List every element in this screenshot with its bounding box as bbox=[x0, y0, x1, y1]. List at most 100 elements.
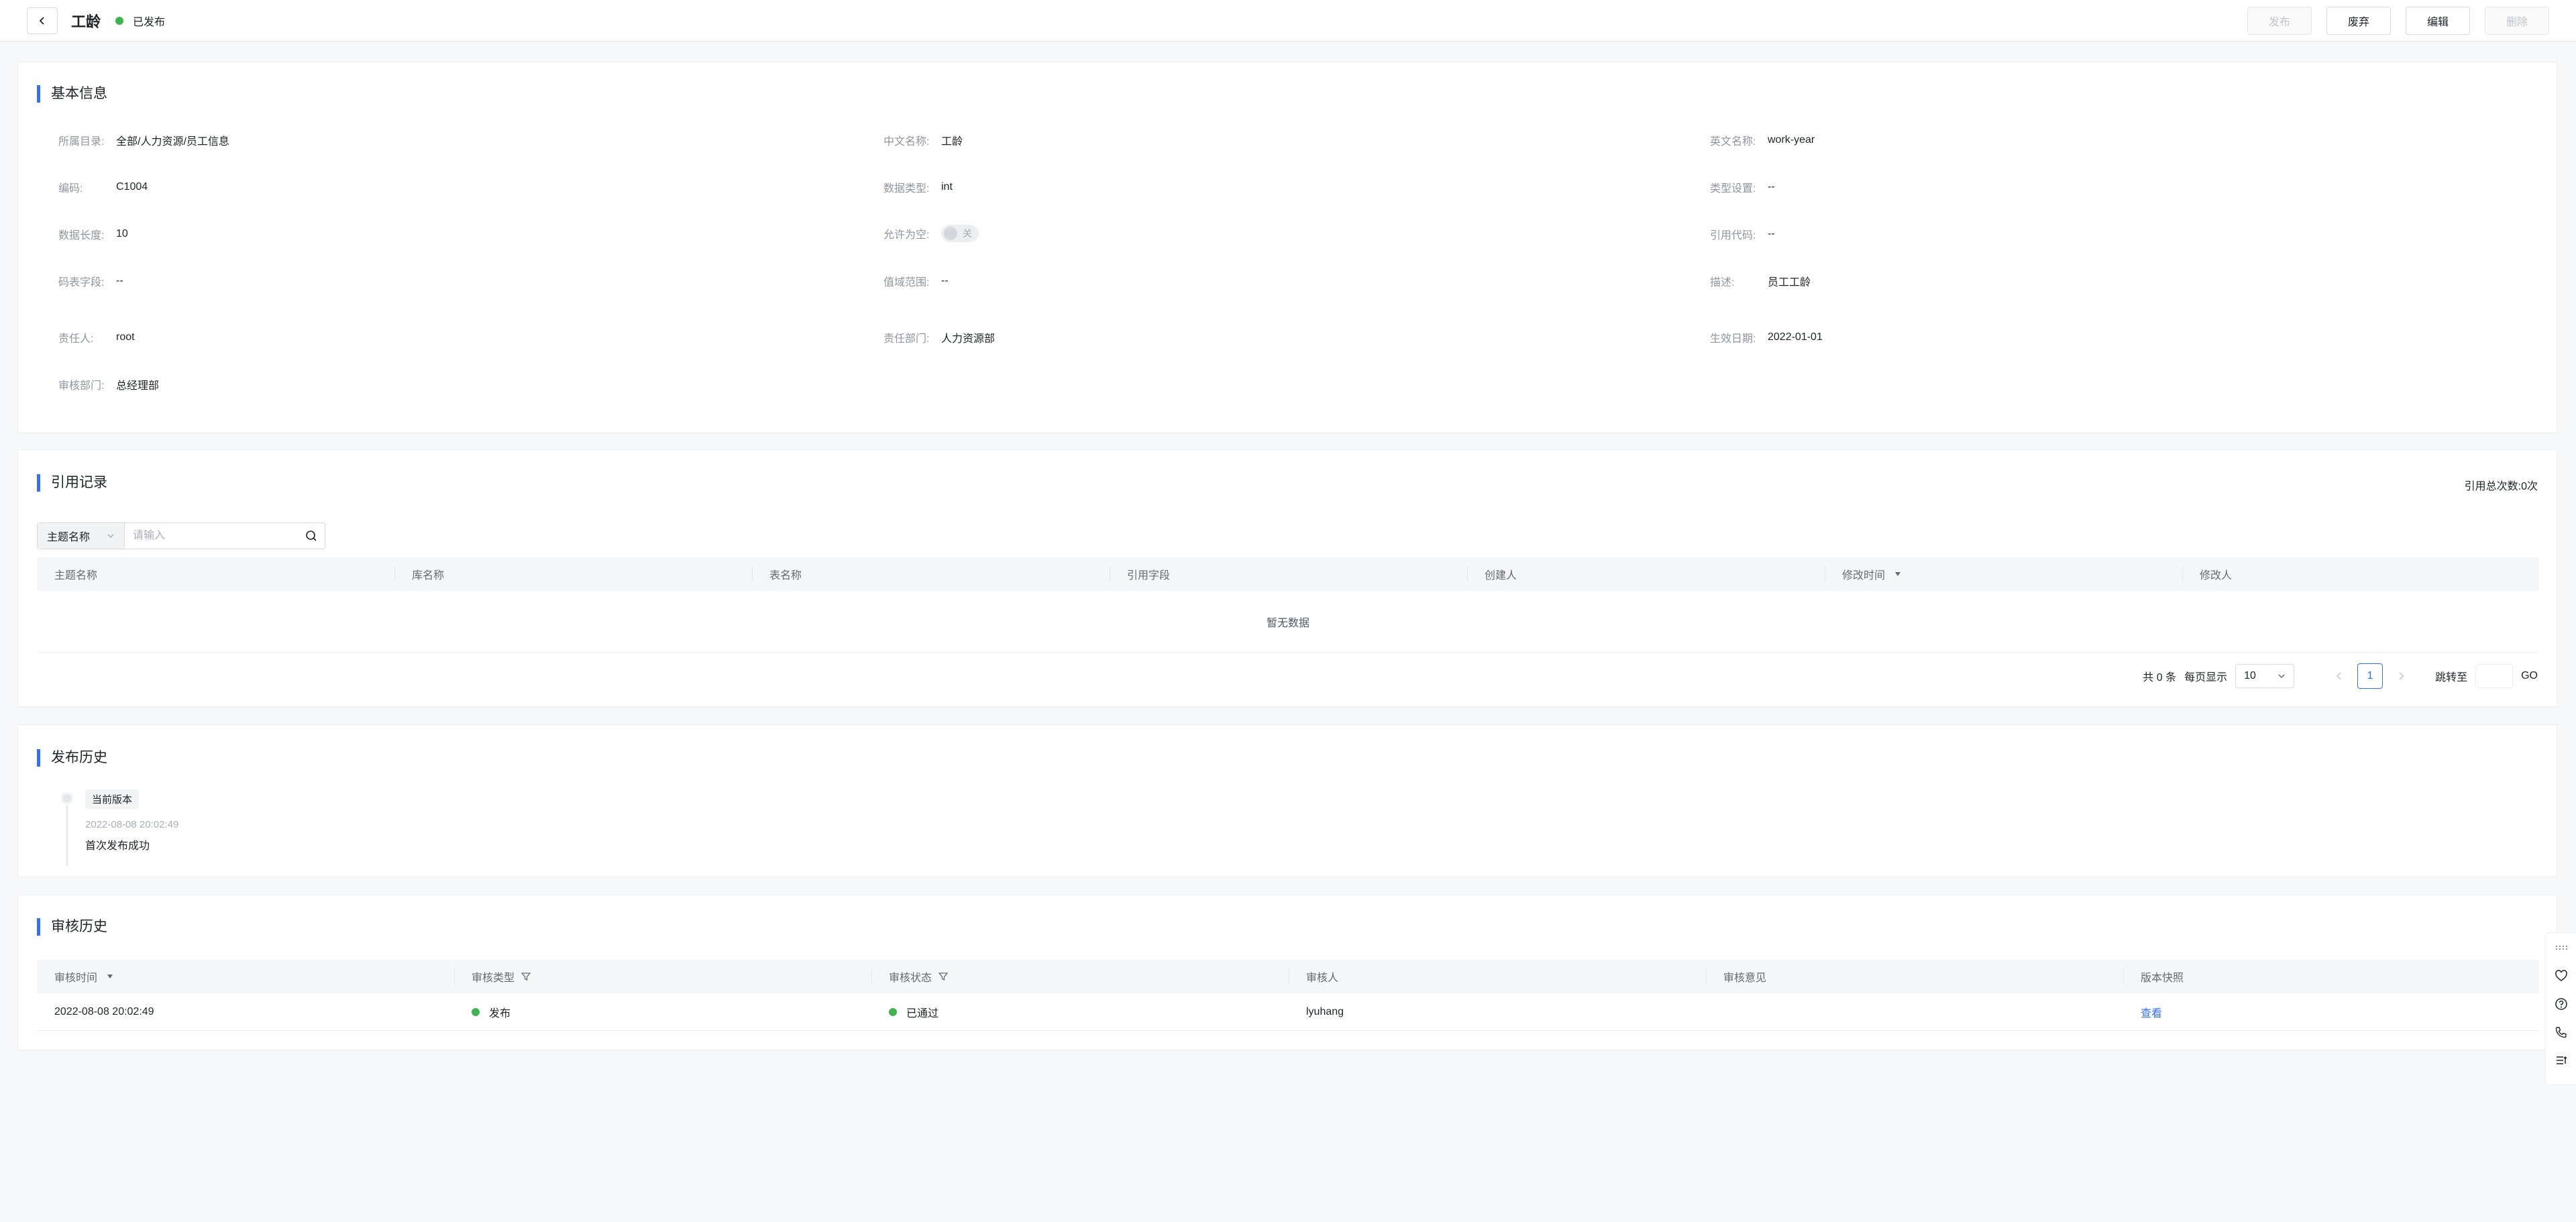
audit-history-title: 审核历史 bbox=[37, 918, 107, 936]
audit-table: 审核时间 审核类型 审核状态 审核人 审核意见 版本快照 2022-08-08 … bbox=[37, 960, 2539, 1031]
basic-info-card: 基本信息 所属目录: 全部/人力资源/员工信息 中文名称: 工龄 英文名称: w… bbox=[17, 62, 2557, 433]
info-field-code: 编码: C1004 bbox=[58, 181, 148, 195]
audit-time: 2022-08-08 20:02:49 bbox=[54, 1005, 154, 1017]
status-badge: 已发布 bbox=[115, 13, 165, 29]
column-header: 主题名称 bbox=[54, 570, 98, 581]
chevron-left-icon bbox=[2337, 672, 2341, 680]
abandon-button[interactable]: 废弃 bbox=[2326, 6, 2391, 35]
info-field-directory: 所属目录: 全部/人力资源/员工信息 bbox=[58, 136, 229, 148]
info-field-owner: 责任人: root bbox=[58, 331, 135, 345]
edit-button[interactable]: 编辑 bbox=[2406, 6, 2470, 35]
filter-icon[interactable] bbox=[521, 972, 531, 981]
column-header-sortable[interactable]: 修改时间 bbox=[1825, 557, 2182, 591]
audit-status: 已通过 bbox=[871, 1004, 1289, 1020]
references-title: 引用记录 bbox=[37, 474, 107, 492]
floating-toolbar bbox=[2545, 932, 2576, 1085]
column-header: 表名称 bbox=[752, 557, 1110, 591]
page-title: 工龄 bbox=[71, 13, 101, 30]
reference-total: 引用总次数:0次 bbox=[2464, 481, 2538, 492]
audit-history-card: 审核历史 审核时间 审核类型 审核状态 审核人 审核意见 版本快照 2022-0… bbox=[17, 895, 2557, 1050]
header-actions: 发布 废弃 编辑 删除 bbox=[2247, 6, 2549, 35]
reference-search: 主题名称 bbox=[37, 522, 325, 549]
help-icon[interactable] bbox=[2553, 996, 2569, 1012]
info-field-type-setting: 类型设置: -- bbox=[1710, 181, 1775, 195]
auditor: lyuhang bbox=[1306, 1005, 1344, 1017]
toggle-knob bbox=[944, 227, 957, 240]
info-field-data-length: 数据长度: 10 bbox=[58, 228, 128, 241]
audit-type: 发布 bbox=[454, 1004, 871, 1020]
references-card: 引用记录 引用总次数:0次 主题名称 主题名称 库名称 表名称 引用字段 创建人… bbox=[17, 449, 2557, 707]
snapshot-cell: 查看 bbox=[2123, 1004, 2539, 1020]
column-header: 审核意见 bbox=[1706, 960, 2123, 993]
chevron-down-icon bbox=[2278, 674, 2285, 679]
search-input[interactable] bbox=[125, 523, 298, 549]
column-header: 修改人 bbox=[2182, 557, 2539, 591]
search-field-select[interactable]: 主题名称 bbox=[38, 523, 125, 549]
jump-label: 跳转至 bbox=[2435, 672, 2468, 683]
audit-table-header: 审核时间 审核类型 审核状态 审核人 审核意见 版本快照 bbox=[37, 960, 2539, 993]
search-button[interactable] bbox=[298, 523, 325, 549]
chevron-down-icon bbox=[107, 534, 114, 539]
sort-caret-icon[interactable] bbox=[1894, 571, 1901, 577]
column-header-filterable[interactable]: 审核类型 bbox=[454, 960, 871, 993]
page-size-select[interactable]: 10 bbox=[2235, 664, 2295, 688]
info-field-description: 描述: 员工工龄 bbox=[1710, 277, 1811, 288]
page-number-current[interactable]: 1 bbox=[2357, 663, 2383, 689]
back-button[interactable] bbox=[27, 7, 58, 34]
pagination-per-page-label: 每页显示 bbox=[2184, 672, 2228, 683]
drag-handle-icon[interactable] bbox=[2553, 940, 2569, 956]
phone-icon[interactable] bbox=[2553, 1024, 2569, 1040]
publish-history-card: 发布历史 当前版本 2022-08-08 20:02:49 首次发布成功 bbox=[17, 724, 2557, 877]
column-header: 版本快照 bbox=[2123, 960, 2539, 993]
next-page-button[interactable] bbox=[2391, 671, 2411, 681]
search-icon bbox=[306, 531, 317, 541]
pagination: 共 0 条 每页显示 10 1 跳转至 GO bbox=[2143, 663, 2538, 689]
info-field-effective-date: 生效日期: 2022-01-01 bbox=[1710, 331, 1823, 345]
info-field-cn-name: 中文名称: 工龄 bbox=[883, 136, 963, 148]
column-header: 库名称 bbox=[394, 557, 752, 591]
column-header: 引用字段 bbox=[1110, 557, 1467, 591]
column-header: 审核人 bbox=[1289, 960, 1706, 993]
timeline-dot-icon bbox=[61, 792, 73, 804]
info-field-ref-code: 引用代码: -- bbox=[1710, 228, 1775, 241]
filter-icon[interactable] bbox=[938, 972, 949, 981]
status-dot-icon bbox=[889, 1007, 897, 1016]
view-snapshot-link[interactable]: 查看 bbox=[2141, 1004, 2162, 1020]
column-header-sortable[interactable]: 审核时间 bbox=[37, 960, 454, 993]
jump-page-input[interactable] bbox=[2475, 664, 2514, 688]
info-field-audit-department: 审核部门: 总经理部 bbox=[58, 380, 160, 392]
reference-table: 主题名称 库名称 表名称 引用字段 创建人 修改时间 修改人 暂无数据 bbox=[37, 557, 2539, 653]
column-header-filterable[interactable]: 审核状态 bbox=[871, 960, 1289, 993]
info-field-department: 责任部门: 人力资源部 bbox=[883, 333, 996, 345]
jump-go-button[interactable]: GO bbox=[2521, 670, 2538, 682]
pagination-total: 共 0 条 bbox=[2143, 672, 2177, 683]
table-row: 2022-08-08 20:02:49 发布 已通过 lyuhang 查看 bbox=[37, 993, 2539, 1031]
chevron-right-icon bbox=[2399, 672, 2404, 680]
basic-info-title: 基本信息 bbox=[37, 85, 107, 103]
list-icon[interactable] bbox=[2553, 1052, 2569, 1068]
version-tag: 当前版本 bbox=[85, 789, 140, 809]
info-field-data-type: 数据类型: int bbox=[883, 181, 953, 195]
timeline-line bbox=[66, 806, 68, 866]
info-field-code-table: 码表字段: -- bbox=[58, 275, 123, 288]
prev-page-button[interactable] bbox=[2329, 671, 2349, 681]
sort-caret-icon[interactable] bbox=[107, 974, 113, 979]
status-dot-icon bbox=[115, 16, 124, 25]
type-dot-icon bbox=[472, 1007, 480, 1016]
delete-button[interactable]: 删除 bbox=[2485, 6, 2549, 35]
publish-description: 首次发布成功 bbox=[85, 840, 150, 852]
reference-table-header: 主题名称 库名称 表名称 引用字段 创建人 修改时间 修改人 bbox=[37, 557, 2539, 591]
page-header: 工龄 已发布 发布 废弃 编辑 删除 bbox=[0, 0, 2576, 42]
chevron-left-icon bbox=[39, 16, 44, 25]
publish-history-title: 发布历史 bbox=[37, 749, 107, 767]
table-empty: 暂无数据 bbox=[37, 591, 2539, 653]
info-field-range: 值域范围: -- bbox=[883, 275, 949, 288]
status-text: 已发布 bbox=[133, 16, 166, 28]
column-header: 创建人 bbox=[1467, 557, 1825, 591]
feedback-icon[interactable] bbox=[2553, 968, 2569, 984]
publish-time: 2022-08-08 20:02:49 bbox=[85, 819, 179, 830]
nullable-toggle[interactable]: 关 bbox=[941, 225, 979, 242]
info-field-nullable: 允许为空: 关 bbox=[883, 225, 979, 242]
publish-button[interactable]: 发布 bbox=[2247, 6, 2312, 35]
info-field-en-name: 英文名称: work-year bbox=[1710, 134, 1815, 148]
